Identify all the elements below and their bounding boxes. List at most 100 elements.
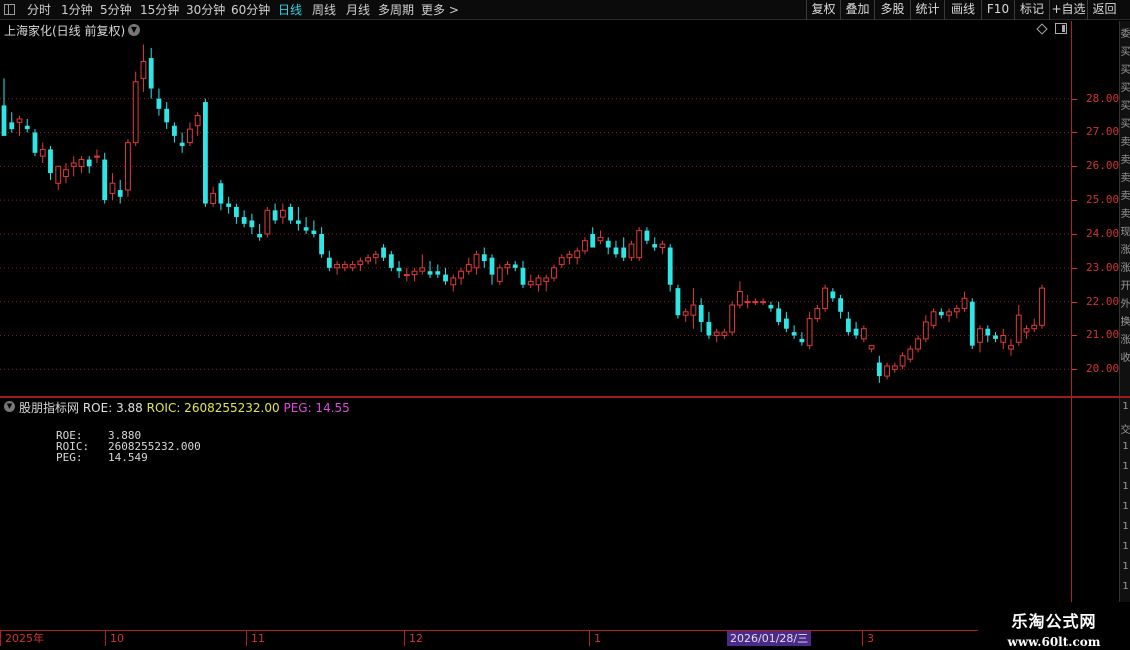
candle[interactable]	[752, 298, 759, 306]
toolbar-button[interactable]: F10	[981, 0, 1014, 20]
candle[interactable]	[876, 355, 882, 383]
candle[interactable]	[783, 311, 789, 333]
candle[interactable]	[1, 78, 7, 136]
period-tab[interactable]: 1分钟	[61, 2, 93, 18]
candle[interactable]	[86, 156, 92, 174]
candle[interactable]	[659, 240, 666, 255]
candle[interactable]	[341, 261, 348, 272]
candle[interactable]	[946, 308, 952, 322]
candle[interactable]	[326, 250, 332, 272]
quote-side-strip[interactable]: 委买买买买买卖卖卖卖卖现涨涨开外换涨收1交11111111	[1119, 21, 1130, 630]
candle[interactable]	[698, 298, 704, 333]
toolbar-button[interactable]: 复权	[806, 0, 840, 20]
period-tab[interactable]: 日线	[278, 2, 302, 18]
candle[interactable]	[148, 47, 154, 99]
toolbar-button[interactable]: 叠加	[840, 0, 874, 20]
candle[interactable]	[303, 217, 309, 234]
period-tab[interactable]: 多周期	[378, 2, 414, 18]
candle[interactable]	[543, 274, 550, 292]
price-chart-panel[interactable]: 上海家化(日线 前复权) ▼	[0, 21, 1071, 397]
period-tab[interactable]: 30分钟	[186, 2, 225, 18]
toolbar-button[interactable]: 标记	[1014, 0, 1049, 20]
period-tab[interactable]: 周线	[312, 2, 336, 18]
candle[interactable]	[48, 146, 53, 180]
candle[interactable]	[806, 311, 813, 350]
candle[interactable]	[938, 308, 944, 319]
candle[interactable]	[288, 203, 294, 224]
candle[interactable]	[481, 247, 487, 268]
candle[interactable]	[736, 281, 743, 309]
candle[interactable]	[504, 261, 511, 275]
candle[interactable]	[922, 315, 929, 343]
candle[interactable]	[465, 257, 472, 275]
candle[interactable]	[1000, 328, 1007, 350]
candlestick-chart[interactable]	[0, 21, 1071, 397]
candle[interactable]	[985, 325, 991, 343]
candle[interactable]	[365, 254, 371, 265]
candle[interactable]	[194, 112, 201, 136]
chevron-down-icon[interactable]: ▼	[4, 401, 15, 412]
candle[interactable]	[264, 206, 271, 238]
candle[interactable]	[527, 274, 534, 289]
candle[interactable]	[558, 254, 565, 268]
candle[interactable]	[473, 250, 480, 275]
candle[interactable]	[953, 305, 960, 319]
candle[interactable]	[977, 325, 983, 353]
toolbar-button[interactable]: 统计	[910, 0, 944, 20]
candle[interactable]	[597, 230, 604, 245]
candle[interactable]	[512, 261, 518, 272]
candle[interactable]	[590, 227, 596, 248]
candle[interactable]	[605, 237, 611, 255]
candle[interactable]	[295, 206, 301, 231]
candle[interactable]	[179, 132, 185, 153]
candle[interactable]	[372, 250, 379, 265]
toolbar-button[interactable]: 返回	[1087, 0, 1121, 20]
candle[interactable]	[791, 325, 797, 339]
period-tab[interactable]: 月线	[346, 2, 370, 18]
candle[interactable]	[94, 149, 100, 163]
candle[interactable]	[272, 203, 278, 224]
candle[interactable]	[566, 250, 573, 265]
candle[interactable]	[993, 332, 998, 343]
candle[interactable]	[721, 328, 728, 339]
candle[interactable]	[628, 240, 635, 262]
period-tab[interactable]: 15分钟	[140, 2, 179, 18]
candle[interactable]	[218, 179, 224, 211]
candle[interactable]	[535, 274, 542, 292]
candle[interactable]	[891, 362, 898, 373]
candle[interactable]	[675, 284, 681, 319]
toolbar-button[interactable]: 画线	[944, 0, 981, 20]
candle[interactable]	[551, 264, 557, 282]
candle[interactable]	[117, 179, 123, 204]
candle[interactable]	[55, 165, 62, 191]
candle[interactable]	[652, 237, 658, 251]
candle[interactable]	[419, 254, 426, 275]
candle[interactable]	[125, 139, 131, 197]
period-tab[interactable]: 更多 >	[421, 2, 459, 18]
candle[interactable]	[411, 267, 418, 282]
candle[interactable]	[621, 237, 627, 262]
indicator-panel[interactable]: ▼ 股朋指标网 ROE: 3.88 ROIC: 2608255232.00 PE…	[0, 398, 1071, 630]
candle[interactable]	[822, 284, 829, 312]
candle[interactable]	[830, 288, 836, 302]
candle[interactable]	[257, 223, 263, 241]
candle[interactable]	[915, 335, 921, 353]
window-toggle-icon[interactable]	[4, 4, 15, 15]
candle[interactable]	[644, 227, 650, 245]
candle[interactable]	[140, 44, 147, 92]
candle[interactable]	[776, 301, 782, 326]
candle[interactable]	[279, 203, 286, 224]
candle[interactable]	[210, 186, 217, 207]
candle[interactable]	[1039, 284, 1045, 329]
candle[interactable]	[868, 345, 875, 353]
candle[interactable]	[768, 301, 774, 312]
candle[interactable]	[667, 244, 673, 292]
candle[interactable]	[427, 261, 433, 278]
period-tab[interactable]: 分时	[27, 2, 51, 18]
candle[interactable]	[226, 196, 232, 214]
candle[interactable]	[357, 257, 364, 272]
chevron-down-icon[interactable]: ▼	[128, 24, 140, 36]
candle[interactable]	[233, 203, 239, 224]
candle[interactable]	[574, 247, 581, 265]
indicator-name[interactable]: 股朋指标网	[19, 401, 79, 415]
